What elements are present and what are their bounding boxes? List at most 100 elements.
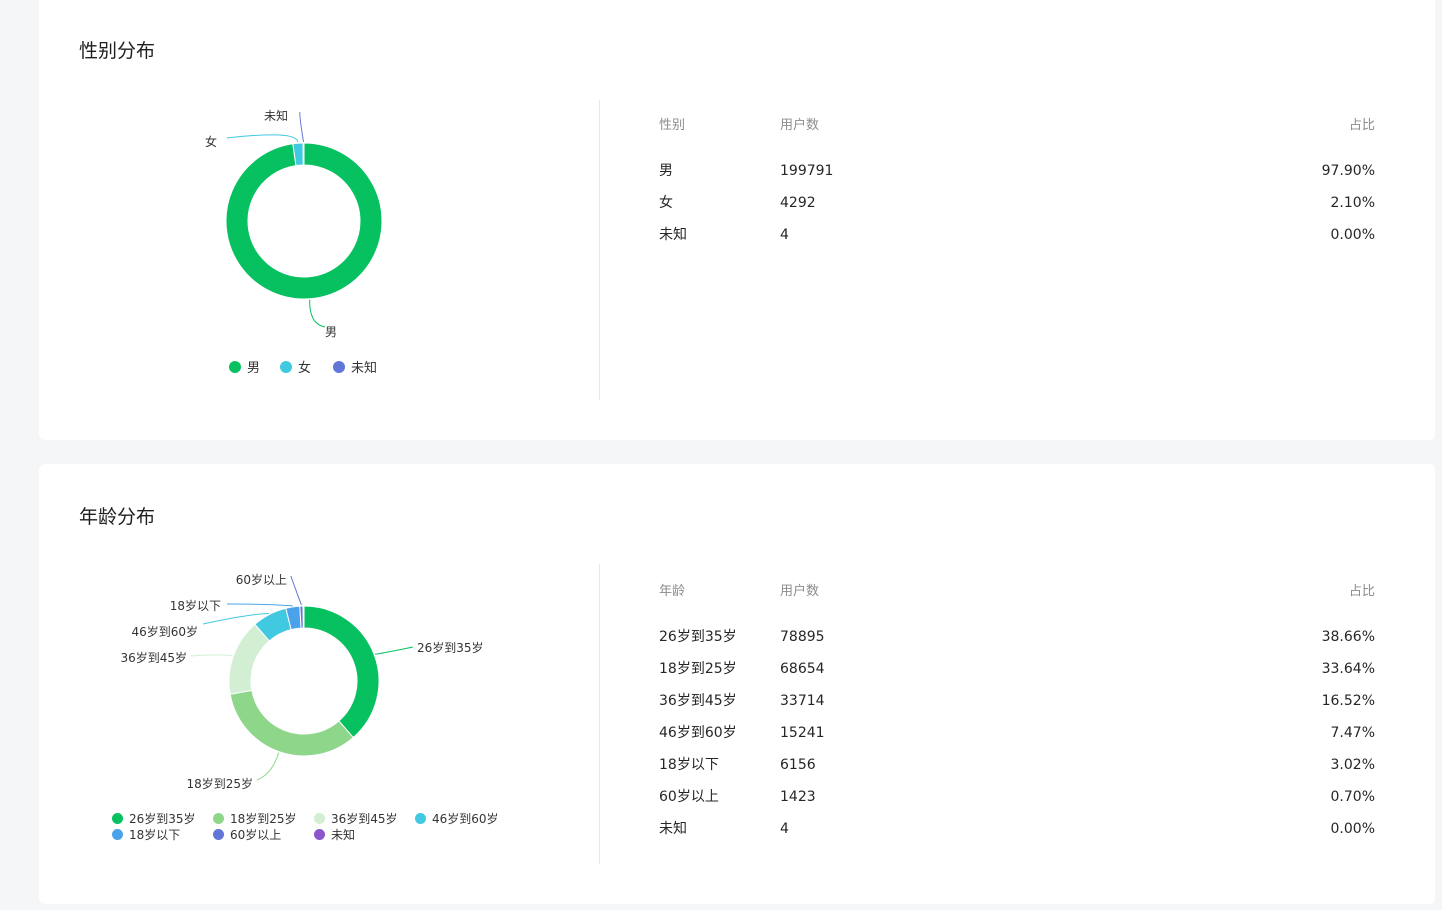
row-label: 18岁以下 [659, 757, 719, 773]
slice-label: 26岁到35岁 [417, 640, 484, 655]
donut-slice[interactable] [303, 605, 380, 739]
legend-dot-icon [280, 361, 292, 373]
legend-label: 18岁到25岁 [230, 812, 297, 826]
row-label: 未知 [659, 821, 687, 837]
legend-item[interactable]: 26岁到35岁 [112, 811, 196, 827]
table-row: 女 4292 2.10% [659, 187, 1375, 219]
slice-label: 46岁到60岁 [131, 624, 198, 639]
legend-item[interactable]: 60岁以上 [213, 827, 281, 843]
legend-dot-icon [112, 829, 123, 840]
legend-item[interactable]: 18岁到25岁 [213, 811, 297, 827]
table-row: 46岁到60岁 15241 7.47% [659, 717, 1375, 749]
legend-dot-icon [314, 829, 325, 840]
label-leader-line [190, 654, 233, 657]
table-row: 60岁以上 1423 0.70% [659, 781, 1375, 813]
row-label: 26岁到35岁 [659, 629, 737, 645]
label-leader-line [226, 603, 293, 607]
legend-label: 26岁到35岁 [129, 812, 196, 826]
row-count: 1423 [780, 789, 816, 805]
donut-slice[interactable] [225, 142, 383, 300]
legend-label: 未知 [351, 361, 378, 376]
legend-label: 未知 [331, 828, 356, 842]
table-row: 未知 4 0.00% [659, 219, 1375, 251]
age-table: 年龄 用户数 占比 26岁到35岁 78895 38.66% 18岁到25岁 6… [659, 576, 1375, 845]
slice-label: 未知 [264, 109, 288, 123]
slice-label: 36岁到45岁 [120, 650, 187, 665]
legend-label: 60岁以上 [230, 828, 282, 842]
row-percent: 0.00% [1330, 821, 1375, 837]
row-percent: 7.47% [1330, 725, 1375, 741]
legend-dot-icon [415, 813, 426, 824]
legend-dot-icon [229, 361, 241, 373]
row-count: 33714 [780, 693, 825, 709]
header-gender: 性别 [659, 118, 686, 133]
donut-slice[interactable] [229, 689, 355, 757]
gender-table-header: 性别 用户数 占比 [659, 110, 1375, 142]
slice-label: 男 [325, 325, 337, 339]
row-percent: 38.66% [1321, 629, 1375, 645]
row-percent: 0.70% [1330, 789, 1375, 805]
label-leader-line [256, 752, 280, 781]
table-row: 18岁到25岁 68654 33.64% [659, 653, 1375, 685]
legend-dot-icon [213, 813, 224, 824]
row-count: 78895 [780, 629, 825, 645]
legend-label: 18岁以下 [129, 828, 181, 842]
row-percent: 3.02% [1330, 757, 1375, 773]
legend-label: 男 [247, 361, 261, 376]
row-count: 68654 [780, 661, 825, 677]
row-percent: 16.52% [1321, 693, 1375, 709]
legend-dot-icon [213, 829, 224, 840]
gender-donut-chart: 男 女 未知 [205, 109, 383, 339]
row-label: 男 [659, 163, 673, 179]
row-count: 199791 [780, 163, 834, 179]
gender-distribution-card: 性别分布 男女未知 男女未知 性别 用户数 占比 男 199791 97.90%… [39, 0, 1435, 440]
gender-table: 性别 用户数 占比 男 199791 97.90% 女 4292 2.10% 未… [659, 110, 1375, 251]
slice-label: 18岁以下 [170, 598, 221, 613]
row-count: 4292 [780, 195, 816, 211]
row-count: 4 [780, 821, 789, 837]
gender-divider [599, 100, 600, 400]
legend-item[interactable]: 46岁到60岁 [415, 811, 499, 827]
row-label: 46岁到60岁 [659, 725, 737, 741]
row-count: 4 [780, 227, 789, 243]
legend-label: 女 [298, 361, 312, 376]
row-label: 36岁到45岁 [659, 693, 737, 709]
legend-dot-icon [112, 813, 123, 824]
legend-label: 36岁到45岁 [331, 812, 398, 826]
row-percent: 2.10% [1330, 195, 1375, 211]
slice-label: 60岁以上 [236, 572, 287, 587]
row-percent: 33.64% [1321, 661, 1375, 677]
label-leader-line [375, 646, 414, 655]
slice-label: 女 [205, 134, 217, 149]
header-percent: 占比 [1348, 118, 1375, 133]
donut-slice[interactable] [302, 142, 305, 166]
header-percent: 占比 [1348, 584, 1375, 599]
row-label: 60岁以上 [659, 789, 719, 805]
label-leader-line [299, 111, 305, 143]
age-table-header: 年龄 用户数 占比 [659, 576, 1375, 608]
donut-slice[interactable] [228, 623, 271, 695]
table-row: 18岁以下 6156 3.02% [659, 749, 1375, 781]
row-label: 未知 [659, 227, 687, 243]
label-leader-line [226, 134, 299, 143]
header-age: 年龄 [659, 584, 686, 599]
header-user-count: 用户数 [780, 118, 820, 133]
label-leader-line [309, 299, 326, 328]
legend-item[interactable]: 未知 [333, 361, 377, 377]
legend-label: 46岁到60岁 [432, 812, 499, 826]
legend-item[interactable]: 36岁到45岁 [314, 811, 398, 827]
legend-item[interactable]: 18岁以下 [112, 827, 180, 843]
row-percent: 97.90% [1321, 163, 1375, 179]
slice-label: 18岁到25岁 [186, 776, 253, 791]
table-row: 未知 4 0.00% [659, 813, 1375, 845]
legend-item[interactable]: 男 [229, 361, 260, 377]
row-label: 女 [659, 195, 673, 211]
age-divider [599, 564, 600, 864]
label-leader-line [290, 575, 302, 606]
row-count: 15241 [780, 725, 825, 741]
legend-item[interactable]: 女 [280, 361, 311, 377]
legend-dot-icon [333, 361, 345, 373]
donut-slice[interactable] [302, 605, 305, 629]
legend-item[interactable]: 未知 [314, 827, 355, 843]
row-label: 18岁到25岁 [659, 661, 737, 677]
